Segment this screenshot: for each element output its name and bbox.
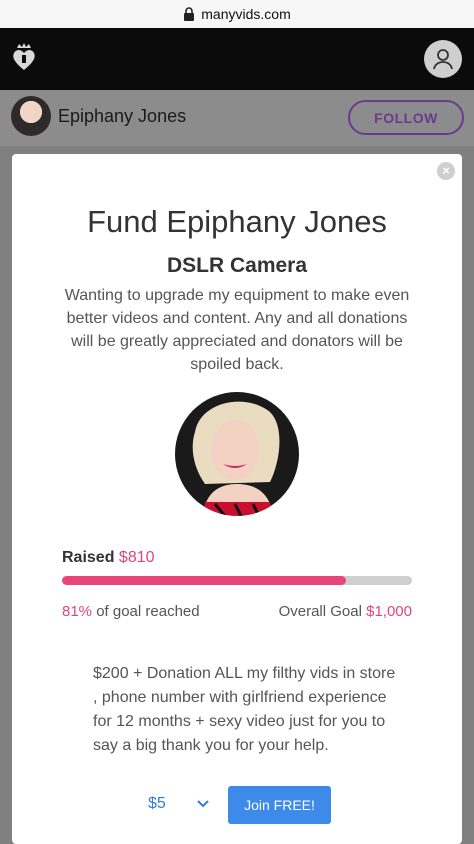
raised-amount: $810 (118, 549, 155, 566)
profile-avatar[interactable] (11, 96, 51, 136)
chevron-down-icon[interactable] (196, 797, 210, 811)
account-button[interactable] (424, 40, 462, 78)
progress-bar (62, 576, 412, 585)
percent-reached: 81% (62, 603, 93, 620)
heart-crown-logo[interactable] (10, 42, 38, 72)
modal-title: Fund Epiphany Jones (87, 204, 387, 239)
raised-label: Raised (62, 549, 115, 566)
modal-description: Wanting to upgrade my equipment to make … (64, 287, 410, 373)
profile-name[interactable]: Epiphany Jones (58, 106, 186, 127)
reached-text: 81% of goal reached (62, 603, 200, 620)
join-free-button[interactable]: Join FREE! (228, 786, 331, 824)
progress-fill (62, 576, 346, 585)
user-icon (433, 49, 453, 70)
lock-icon (184, 7, 195, 21)
reached-suffix: of goal reached (92, 603, 200, 620)
reward-text: $200 + Donation ALL my filthy vids in st… (93, 665, 396, 754)
follow-button[interactable]: FOLLOW (348, 100, 464, 135)
raised-row: Raised $810 (62, 549, 155, 567)
modal-subtitle: DSLR Camera (166, 254, 308, 277)
overall-goal: Overall Goal $1,000 (279, 603, 412, 620)
goal-amount: $1,000 (366, 603, 412, 620)
donation-amount-select[interactable]: $5 (148, 795, 166, 813)
close-icon[interactable]: × (437, 162, 455, 180)
browser-address-bar[interactable]: manyvids.com (0, 0, 474, 28)
goal-label: Overall Goal (278, 603, 367, 620)
app-header (0, 28, 474, 90)
creator-portrait (175, 392, 299, 516)
url-text: manyvids.com (201, 6, 291, 22)
